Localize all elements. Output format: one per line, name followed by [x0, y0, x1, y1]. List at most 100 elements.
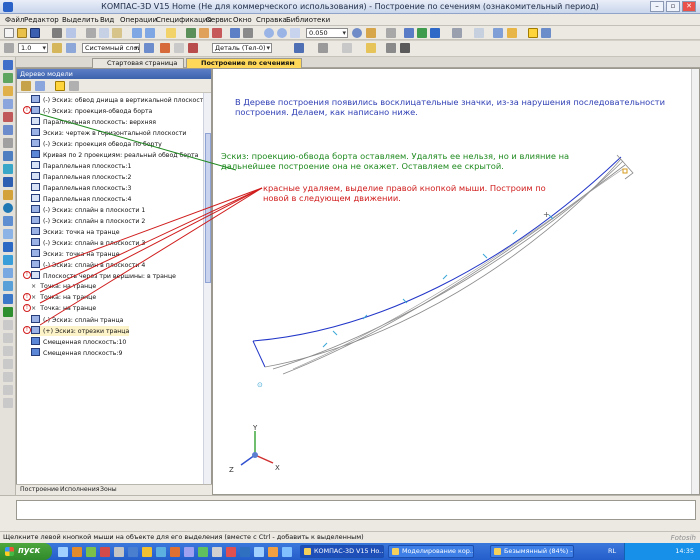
- redo-icon[interactable]: [145, 28, 155, 38]
- quicklaunch-icon[interactable]: [72, 547, 82, 557]
- menu-edit[interactable]: Редактор: [24, 16, 59, 24]
- bom-icon[interactable]: [3, 385, 13, 395]
- tab-versions[interactable]: Исполнения: [60, 486, 99, 493]
- library-tool-icon[interactable]: [3, 398, 13, 408]
- mirror-icon[interactable]: [3, 190, 13, 200]
- help-icon[interactable]: [166, 28, 176, 38]
- menu-file[interactable]: Файл: [5, 16, 24, 24]
- measure-tool-icon[interactable]: [3, 281, 13, 291]
- maximize-button[interactable]: ▫: [666, 1, 680, 12]
- tree-item[interactable]: (-) Эскиз: сплайн транца: [31, 315, 123, 325]
- clock[interactable]: 14:35: [675, 543, 694, 560]
- pan-icon[interactable]: [366, 28, 376, 38]
- shaded-edges-icon[interactable]: [430, 28, 440, 38]
- tree-item[interactable]: (-) Эскиз: проекция-обвода борта: [31, 106, 152, 116]
- display-mode-icon[interactable]: [541, 28, 551, 38]
- text-style-icon[interactable]: [366, 43, 376, 53]
- extrude-icon[interactable]: [3, 86, 13, 96]
- quicklaunch-icon[interactable]: [170, 547, 180, 557]
- quicklaunch-icon[interactable]: [254, 547, 264, 557]
- view-cube-icon[interactable]: [404, 28, 414, 38]
- quicklaunch-icon[interactable]: [268, 547, 278, 557]
- layer-state-icon[interactable]: [52, 43, 62, 53]
- menu-specification[interactable]: Спецификация: [156, 16, 212, 24]
- tab-loft-construction[interactable]: Построение по сечениям: [186, 58, 302, 68]
- tab-construction[interactable]: Построение: [20, 486, 59, 493]
- array-icon[interactable]: [3, 177, 13, 187]
- library-icon[interactable]: [212, 28, 222, 38]
- tree-item[interactable]: (-) Эскиз: обвод днища в вертикальной пл…: [31, 95, 207, 105]
- tree-filter-icon[interactable]: [21, 81, 31, 91]
- quicklaunch-icon[interactable]: [128, 547, 138, 557]
- local-cs-icon[interactable]: [188, 43, 198, 53]
- tree-scrollbar[interactable]: [203, 93, 211, 493]
- layer-visibility-icon[interactable]: [66, 43, 76, 53]
- detail-select[interactable]: Деталь (Тел-0): [212, 43, 272, 53]
- zoom-window-icon[interactable]: [290, 28, 300, 38]
- tree-scroll-thumb[interactable]: [205, 133, 211, 283]
- taskbar-item-untitled[interactable]: Безымянный (84%) - ...: [490, 545, 574, 558]
- print-icon[interactable]: [52, 28, 62, 38]
- properties-box[interactable]: [16, 500, 696, 520]
- chamfer-icon[interactable]: [3, 151, 13, 161]
- mates-icon[interactable]: [3, 372, 13, 382]
- sheet-metal-icon[interactable]: [3, 346, 13, 356]
- spec-tool-icon[interactable]: [3, 307, 13, 317]
- open-folder-icon[interactable]: [17, 28, 27, 38]
- grid-icon[interactable]: [174, 43, 184, 53]
- zoom-level-select[interactable]: 0.050: [306, 28, 348, 38]
- quicklaunch-icon[interactable]: [282, 547, 292, 557]
- tree-item[interactable]: Смещенная плоскость:9: [31, 348, 122, 358]
- tree-item[interactable]: Параллельная плоскость:1: [31, 161, 131, 171]
- quicklaunch-icon[interactable]: [240, 547, 250, 557]
- zoom-in-icon[interactable]: [264, 28, 274, 38]
- minimize-button[interactable]: –: [650, 1, 664, 12]
- kinematic-icon[interactable]: [3, 125, 13, 135]
- loft-icon[interactable]: [3, 112, 13, 122]
- zoom-out-icon[interactable]: [277, 28, 287, 38]
- snap-icon[interactable]: [160, 43, 170, 53]
- tree-item[interactable]: (-) Эскиз: проекция обвода по борту: [31, 139, 162, 149]
- wireframe-icon[interactable]: [452, 28, 462, 38]
- quicklaunch-icon[interactable]: [58, 547, 68, 557]
- fillet-icon[interactable]: [3, 138, 13, 148]
- layer-select[interactable]: Системный слой (0): [82, 43, 140, 53]
- hidden-lines-icon[interactable]: [474, 28, 484, 38]
- tree-item[interactable]: Параллельная плоскость: верхняя: [31, 117, 156, 127]
- menu-operations[interactable]: Операции: [120, 16, 157, 24]
- color-icon[interactable]: [294, 43, 304, 53]
- perspective-icon[interactable]: [493, 28, 503, 38]
- preview-icon[interactable]: [66, 28, 76, 38]
- start-button[interactable]: пуск: [0, 543, 52, 560]
- tree-item[interactable]: (-) Эскиз: сплайн в плоскости 4: [31, 260, 145, 270]
- report-tool-icon[interactable]: [3, 320, 13, 330]
- tree-item[interactable]: Эскиз: точка на транце: [31, 249, 120, 259]
- menu-help[interactable]: Справка: [256, 16, 287, 24]
- line-style-icon[interactable]: [318, 43, 328, 53]
- menu-window[interactable]: Окно: [233, 16, 252, 24]
- orientation-icon[interactable]: [386, 28, 396, 38]
- paste-icon[interactable]: [112, 28, 122, 38]
- point-icon[interactable]: [3, 268, 13, 278]
- cursor-icon[interactable]: [4, 43, 14, 53]
- section-icon[interactable]: [507, 28, 517, 38]
- language-indicator[interactable]: RL: [608, 547, 616, 555]
- menu-select[interactable]: Выделить: [62, 16, 99, 24]
- surface-icon[interactable]: [3, 216, 13, 226]
- assembly-icon[interactable]: [3, 359, 13, 369]
- tree-item[interactable]: × Точка: на транце: [31, 293, 96, 303]
- tree-item[interactable]: Смещенная плоскость:10: [31, 337, 126, 347]
- cut-icon[interactable]: [86, 28, 96, 38]
- tree-item[interactable]: Эскиз: точка на транце: [31, 227, 120, 237]
- tree-item[interactable]: Кривая по 2 проекциям: реальный обвод бо…: [31, 150, 198, 160]
- measure-icon[interactable]: [243, 28, 253, 38]
- new-file-icon[interactable]: [4, 28, 14, 38]
- shaded-icon[interactable]: [417, 28, 427, 38]
- quicklaunch-icon[interactable]: [142, 547, 152, 557]
- quicklaunch-icon[interactable]: [114, 547, 124, 557]
- viewport-scrollbar[interactable]: [691, 69, 699, 494]
- close-button[interactable]: ✕: [682, 1, 696, 12]
- menu-service[interactable]: Сервис: [206, 16, 232, 24]
- rotate-op-icon[interactable]: [3, 99, 13, 109]
- copy-icon[interactable]: [99, 28, 109, 38]
